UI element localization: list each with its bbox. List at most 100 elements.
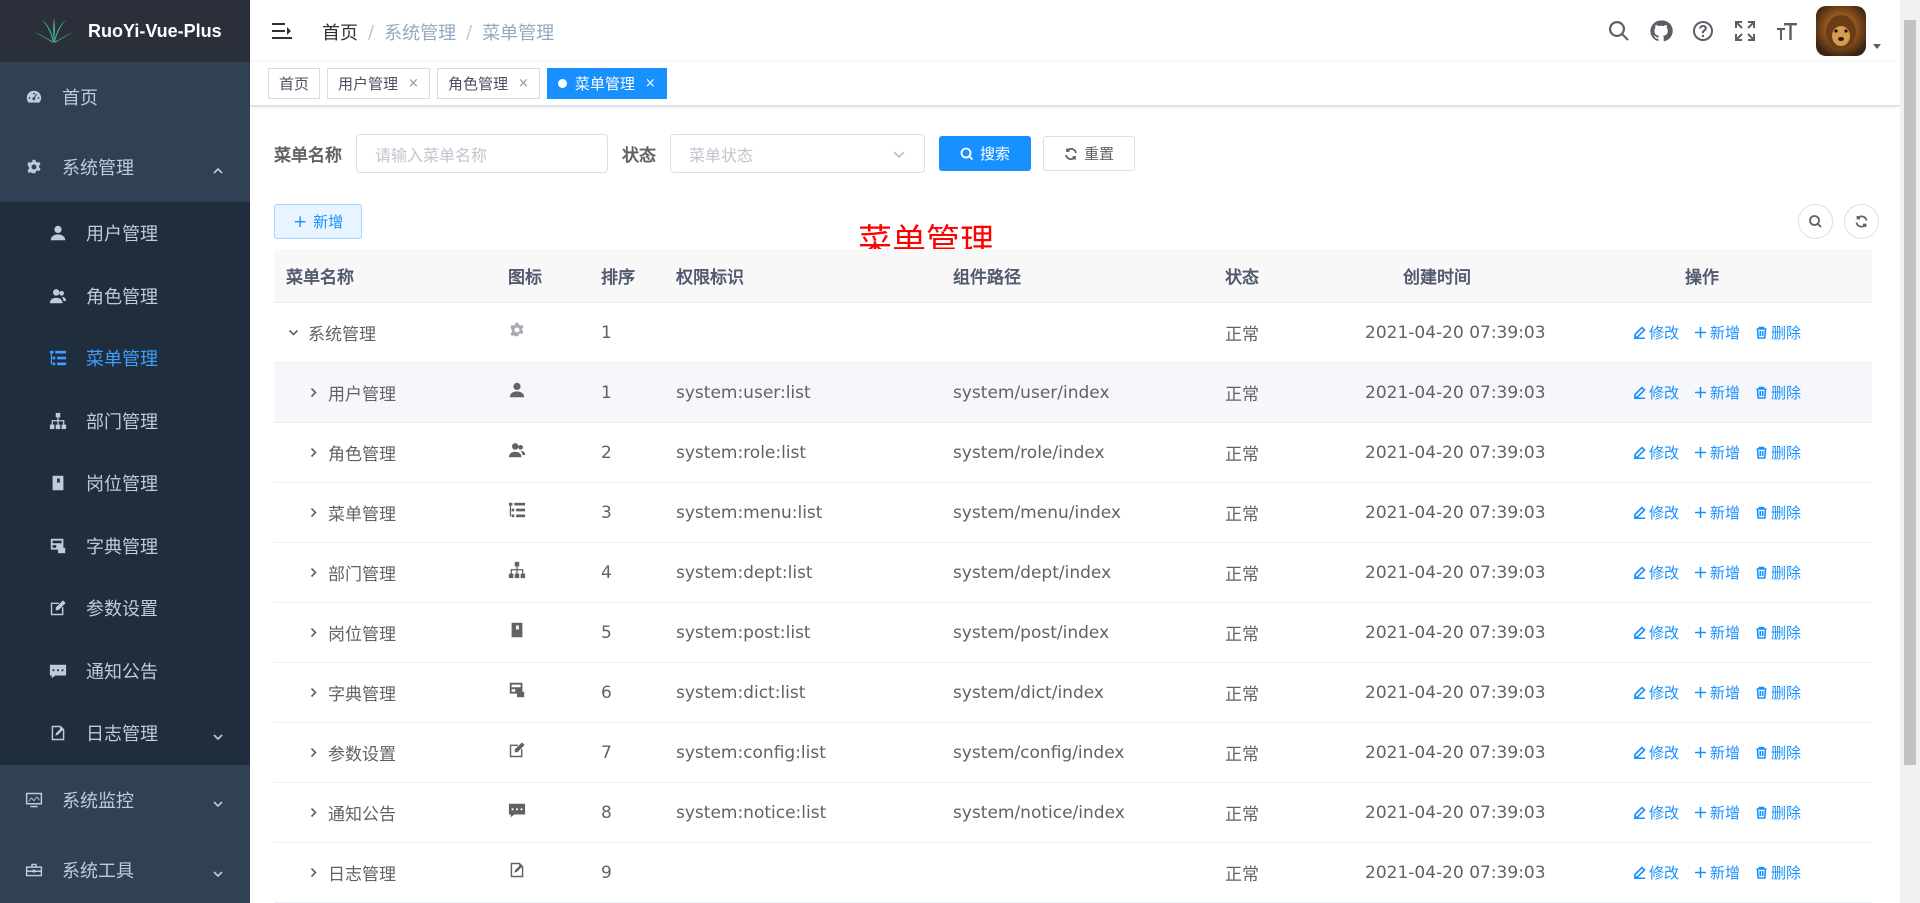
delete-button[interactable]: 删除: [1755, 622, 1801, 643]
plus-icon: [1695, 327, 1707, 338]
close-icon[interactable]: ×: [645, 76, 656, 91]
delete-button[interactable]: 删除: [1755, 442, 1801, 463]
system-submenu: 用户管理 角色管理 菜单管理 部门管理 岗位管理 字典管理 参数设置 通知公告: [0, 202, 250, 765]
add-child-button[interactable]: 新增: [1694, 682, 1740, 703]
sidebar-item-dicts[interactable]: 字典管理: [0, 515, 250, 578]
breadcrumb-home[interactable]: 首页: [322, 19, 358, 45]
delete-icon: [1756, 386, 1767, 399]
chevron-right-icon[interactable]: [306, 626, 320, 640]
sidebar-item-users[interactable]: 用户管理: [0, 202, 250, 265]
post-icon: [48, 473, 68, 493]
edit-button[interactable]: 修改: [1633, 442, 1679, 463]
add-child-button[interactable]: 新增: [1694, 802, 1740, 823]
table-row[interactable]: 岗位管理 5 system:post:list system/post/inde…: [274, 603, 1872, 663]
tag-home[interactable]: 首页: [268, 68, 321, 99]
close-icon[interactable]: ×: [408, 76, 419, 91]
sidebar-item-system[interactable]: 系统管理: [0, 132, 250, 202]
table-row[interactable]: 字典管理 6 system:dict:list system/dict/inde…: [274, 663, 1872, 723]
chevron-down-icon[interactable]: [286, 326, 300, 340]
sidebar-item-monitor[interactable]: 系统监控: [0, 765, 250, 835]
sidebar-item-tools[interactable]: 系统工具: [0, 835, 250, 903]
chevron-right-icon[interactable]: [306, 866, 320, 880]
tag-users[interactable]: 用户管理 ×: [327, 68, 430, 99]
delete-button[interactable]: 删除: [1755, 802, 1801, 823]
chevron-right-icon[interactable]: [306, 686, 320, 700]
chevron-right-icon[interactable]: [306, 746, 320, 760]
sidebar: RuoYi-Vue-Plus 首页 系统管理 用户管理 角色管理 菜单管理 部门…: [0, 0, 250, 903]
sidebar-item-menus[interactable]: 菜单管理: [0, 327, 250, 390]
question-icon[interactable]: [1682, 10, 1724, 52]
add-child-button[interactable]: 新增: [1694, 442, 1740, 463]
table-row[interactable]: 参数设置 7 system:config:list system/config/…: [274, 723, 1872, 783]
reset-button[interactable]: 重置: [1043, 136, 1136, 171]
add-child-button[interactable]: 新增: [1694, 862, 1740, 883]
chevron-right-icon[interactable]: [306, 446, 320, 460]
chevron-right-icon[interactable]: [306, 386, 320, 400]
hamburger-icon[interactable]: [271, 20, 293, 42]
sidebar-item-roles[interactable]: 角色管理: [0, 265, 250, 328]
sidebar-item-config[interactable]: 参数设置: [0, 577, 250, 640]
add-child-button[interactable]: 新增: [1694, 742, 1740, 763]
delete-button[interactable]: 删除: [1755, 502, 1801, 523]
table-row[interactable]: 部门管理 4 system:dept:list system/dept/inde…: [274, 543, 1872, 603]
github-icon[interactable]: [1640, 10, 1682, 52]
sidebar-item-notice[interactable]: 通知公告: [0, 640, 250, 703]
edit-icon: [1634, 626, 1646, 639]
delete-button[interactable]: 删除: [1755, 682, 1801, 703]
table-row[interactable]: 菜单管理 3 system:menu:list system/menu/inde…: [274, 483, 1872, 543]
delete-button[interactable]: 删除: [1755, 562, 1801, 583]
delete-button[interactable]: 删除: [1755, 322, 1801, 343]
add-child-button[interactable]: 新增: [1694, 382, 1740, 403]
refresh-button[interactable]: [1844, 204, 1879, 239]
menu-name-input[interactable]: 请输入菜单名称: [356, 134, 608, 173]
caret-down-icon[interactable]: [1872, 36, 1882, 49]
delete-button[interactable]: 删除: [1755, 382, 1801, 403]
avatar[interactable]: [1816, 6, 1866, 56]
edit-button[interactable]: 修改: [1633, 502, 1679, 523]
sidebar-item-label: 日志管理: [86, 724, 158, 746]
sidebar-item-logs[interactable]: 日志管理: [0, 702, 250, 765]
table-row[interactable]: 系统管理 1 正常 2021-04-20 07:39:03 修改 新增 删除: [274, 303, 1872, 363]
row-order: 1: [601, 322, 612, 343]
font-size-icon[interactable]: [1766, 10, 1808, 52]
edit-button[interactable]: 修改: [1633, 682, 1679, 703]
table-row[interactable]: 角色管理 2 system:role:list system/role/inde…: [274, 423, 1872, 483]
add-child-button[interactable]: 新增: [1694, 502, 1740, 523]
add-child-button[interactable]: 新增: [1694, 562, 1740, 583]
scrollbar-thumb[interactable]: [1904, 20, 1916, 765]
edit-button[interactable]: 修改: [1633, 322, 1679, 343]
edit-button[interactable]: 修改: [1633, 622, 1679, 643]
add-button[interactable]: + 新增: [274, 204, 363, 239]
monitor-icon: [24, 790, 44, 810]
search-icon[interactable]: [1598, 10, 1640, 52]
sidebar-item-home[interactable]: 首页: [0, 62, 250, 132]
toggle-search-button[interactable]: [1798, 204, 1833, 239]
table-row[interactable]: 日志管理 9 正常 2021-04-20 07:39:03 修改 新增 删除: [274, 843, 1872, 903]
edit-button[interactable]: 修改: [1633, 802, 1679, 823]
edit-button[interactable]: 修改: [1633, 562, 1679, 583]
logo[interactable]: RuoYi-Vue-Plus: [0, 0, 250, 62]
edit-button[interactable]: 修改: [1633, 862, 1679, 883]
close-icon[interactable]: ×: [518, 76, 529, 91]
tag-roles[interactable]: 角色管理 ×: [436, 68, 540, 99]
delete-button[interactable]: 删除: [1755, 862, 1801, 883]
chevron-right-icon[interactable]: [306, 506, 320, 520]
chevron-right-icon[interactable]: [306, 806, 320, 820]
fullscreen-icon[interactable]: [1724, 10, 1766, 52]
add-child-button[interactable]: 新增: [1694, 622, 1740, 643]
status-select[interactable]: 菜单状态: [670, 134, 925, 173]
search-button[interactable]: 搜索: [939, 136, 1032, 171]
scrollbar[interactable]: [1900, 0, 1920, 903]
dict-icon: [508, 681, 526, 704]
table-row[interactable]: 用户管理 1 system:user:list system/user/inde…: [274, 363, 1872, 423]
sidebar-item-posts[interactable]: 岗位管理: [0, 452, 250, 515]
delete-button[interactable]: 删除: [1755, 742, 1801, 763]
header-time: 创建时间: [1403, 268, 1471, 288]
edit-button[interactable]: 修改: [1633, 382, 1679, 403]
edit-button[interactable]: 修改: [1633, 742, 1679, 763]
tag-menus[interactable]: 菜单管理 ×: [546, 68, 667, 99]
table-row[interactable]: 通知公告 8 system:notice:list system/notice/…: [274, 783, 1872, 843]
sidebar-item-depts[interactable]: 部门管理: [0, 390, 250, 453]
chevron-right-icon[interactable]: [306, 566, 320, 580]
add-child-button[interactable]: 新增: [1694, 322, 1740, 343]
